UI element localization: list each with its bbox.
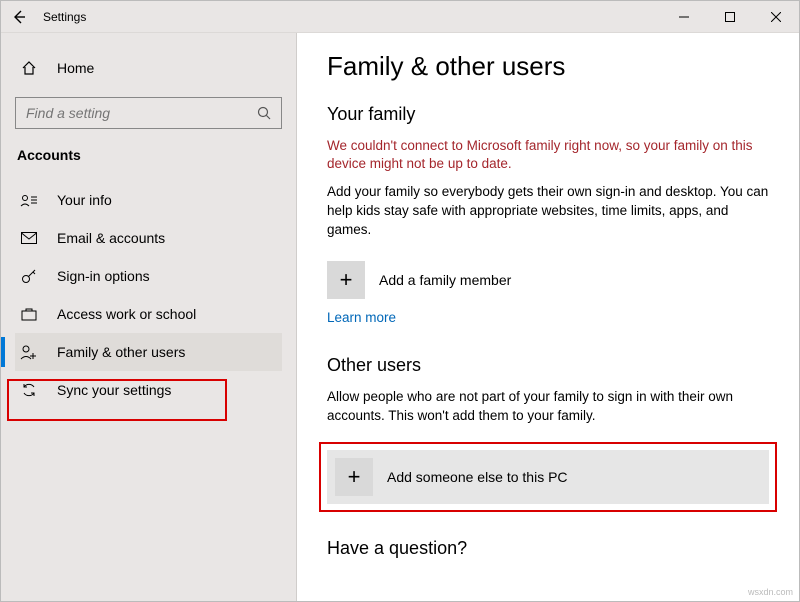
back-button[interactable]	[1, 1, 37, 33]
sidebar-item-access-work-school[interactable]: Access work or school	[15, 295, 282, 333]
add-family-member-button[interactable]: + Add a family member	[327, 256, 769, 304]
minimize-icon	[679, 12, 689, 22]
family-warning-text: We couldn't connect to Microsoft family …	[327, 137, 769, 173]
content-pane: Family & other users Your family We coul…	[297, 33, 799, 601]
search-box[interactable]	[15, 97, 282, 129]
key-icon	[19, 268, 39, 284]
sidebar-item-label: Sign-in options	[57, 268, 150, 284]
search-icon	[255, 106, 273, 120]
window-title: Settings	[37, 10, 86, 24]
add-other-user-button[interactable]: + Add someone else to this PC	[327, 450, 769, 504]
annotation-highlight-add-other: + Add someone else to this PC	[319, 442, 777, 512]
sidebar-item-email-accounts[interactable]: Email & accounts	[15, 219, 282, 257]
sidebar-category: Accounts	[17, 147, 282, 163]
other-users-description: Allow people who are not part of your fa…	[327, 388, 769, 426]
maximize-icon	[725, 12, 735, 22]
sidebar-item-label: Sync your settings	[57, 382, 171, 398]
close-button[interactable]	[753, 1, 799, 33]
page-title: Family & other users	[327, 51, 769, 82]
home-icon	[19, 60, 39, 76]
sync-icon	[19, 382, 39, 398]
sidebar-item-label: Your info	[57, 192, 112, 208]
briefcase-icon	[19, 307, 39, 321]
plus-icon: +	[335, 458, 373, 496]
sidebar-item-sync-settings[interactable]: Sync your settings	[15, 371, 282, 409]
arrow-left-icon	[11, 9, 27, 25]
learn-more-link[interactable]: Learn more	[327, 310, 396, 325]
close-icon	[771, 12, 781, 22]
titlebar: Settings	[1, 1, 799, 33]
watermark: wsxdn.com	[748, 587, 793, 597]
sidebar-item-label: Family & other users	[57, 344, 185, 360]
sidebar-item-label: Access work or school	[57, 306, 196, 322]
family-description: Add your family so everybody gets their …	[327, 183, 769, 240]
section-heading-question: Have a question?	[327, 538, 769, 559]
add-family-member-label: Add a family member	[379, 272, 511, 288]
plus-icon: +	[327, 261, 365, 299]
sidebar-item-your-info[interactable]: Your info	[15, 181, 282, 219]
person-card-icon	[19, 193, 39, 207]
section-heading-other-users: Other users	[327, 355, 769, 376]
minimize-button[interactable]	[661, 1, 707, 33]
mail-icon	[19, 232, 39, 244]
maximize-button[interactable]	[707, 1, 753, 33]
search-input[interactable]	[24, 104, 255, 122]
people-plus-icon	[19, 344, 39, 360]
section-heading-family: Your family	[327, 104, 769, 125]
settings-window: Settings Home Account	[0, 0, 800, 602]
sidebar-item-family-other-users[interactable]: Family & other users	[15, 333, 282, 371]
add-other-user-label: Add someone else to this PC	[387, 469, 568, 485]
sidebar-item-label: Email & accounts	[57, 230, 165, 246]
sidebar-home[interactable]: Home	[15, 51, 282, 85]
sidebar: Home Accounts Your info Email & acco	[1, 33, 297, 601]
sidebar-home-label: Home	[57, 60, 94, 76]
sidebar-item-signin-options[interactable]: Sign-in options	[15, 257, 282, 295]
